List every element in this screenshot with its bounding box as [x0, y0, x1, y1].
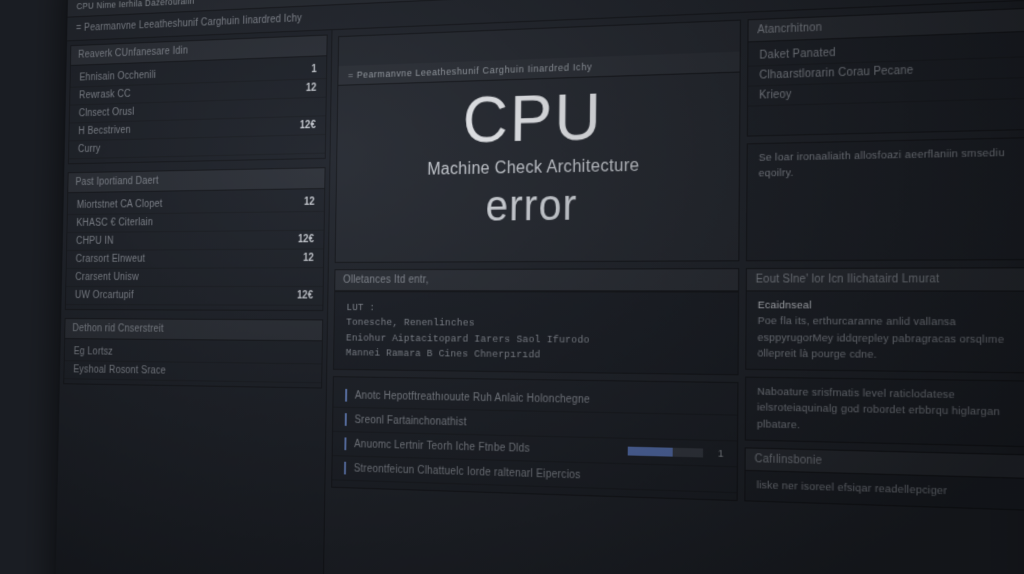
right-info-panel-b: Naboature srisfmatis level raticlodatese… — [745, 377, 1024, 448]
list-item[interactable]: UW Orcartupif12€ — [66, 287, 323, 306]
right-info-panel-a: Eout Slne' lor Icn Ilichataird Lmurat Ec… — [745, 267, 1024, 373]
sidebar-panel-config: Reaverk CUnfanesare Idin Ehnisain Occhen… — [68, 35, 328, 165]
info-text: Poe fla its, erthurcaranne anlid vallans… — [757, 314, 1024, 365]
progress-bar — [627, 447, 702, 458]
panel-title: Past Iportiand Daert — [68, 168, 324, 193]
sidebar-panel-constraints: Dethon rid Cnserstreit Eg Lortsz Eyshoal… — [63, 318, 323, 389]
right-panel-info: Se loar ironaaliaith allosfoazi aeerflan… — [746, 137, 1024, 261]
error-panel: = Pearmanvne Leeatheshunif Carghuin Iina… — [335, 20, 741, 263]
error-title-cpu: CPU — [462, 84, 603, 154]
sidebar-panel-ports: Past Iportiand Daert Miortstnet CA Clope… — [65, 167, 326, 311]
list-item[interactable]: CHPU IN12€ — [67, 231, 324, 251]
list-item[interactable]: Crarsort Elnweut12 — [67, 249, 324, 269]
list-item[interactable]: KHASC € Citerlain — [67, 212, 324, 233]
info-text: Se loar ironaaliaith allosfoazi aeerflan… — [747, 138, 1024, 189]
panel-title: Eout Slne' lor Icn Ilichataird Lmurat — [747, 268, 1024, 291]
panel-title: Olletances Itd entr, — [335, 269, 738, 291]
panel-title: Dethon rid Cnserstreit — [65, 319, 322, 341]
list-item[interactable]: Eyshoal Rosont Srace — [64, 361, 321, 383]
info-text: liske ner isoreel efsiqar readellepciger — [745, 471, 1024, 510]
bottom-right: Eout Slne' lor Icn Ilichataird Lmurat Ec… — [743, 267, 1024, 574]
error-title-error: error — [485, 182, 577, 232]
checks-panel: Anotc Hepotftreathıouute Ruh Anlaic Holo… — [331, 376, 738, 501]
right-column: Atancrhitnon Daket Panated Clhaarstlorar… — [746, 7, 1024, 261]
right-info-panel-c: Cafılinsbonie liske ner isoreel efsiqar … — [744, 447, 1024, 511]
list-item[interactable]: Crarsent Unisw — [66, 268, 323, 287]
sidebar: Reaverk CUnfanesare Idin Ehnisain Occhen… — [55, 30, 333, 574]
error-title-mca: Machine Check Architecture — [427, 157, 639, 180]
info-text: Naboature srisfmatis level raticlodatese… — [746, 378, 1024, 446]
details-panel: Olletances Itd entr, LUT : Tonesche, Ren… — [333, 268, 739, 375]
info-sub: Ecaidnseal — [758, 298, 1024, 315]
tab-main[interactable]: CPU Nime Ierhila Dazerouralin — [76, 0, 194, 11]
bottom-center: Olletances Itd entr, LUT : Tonesche, Ren… — [329, 268, 739, 574]
right-panel-arch: Atancrhitnon Daket Panated Clhaarstlorar… — [747, 7, 1024, 136]
code-output: LUT : Tonesche, Renenlinches Eniohur Aip… — [334, 291, 738, 374]
